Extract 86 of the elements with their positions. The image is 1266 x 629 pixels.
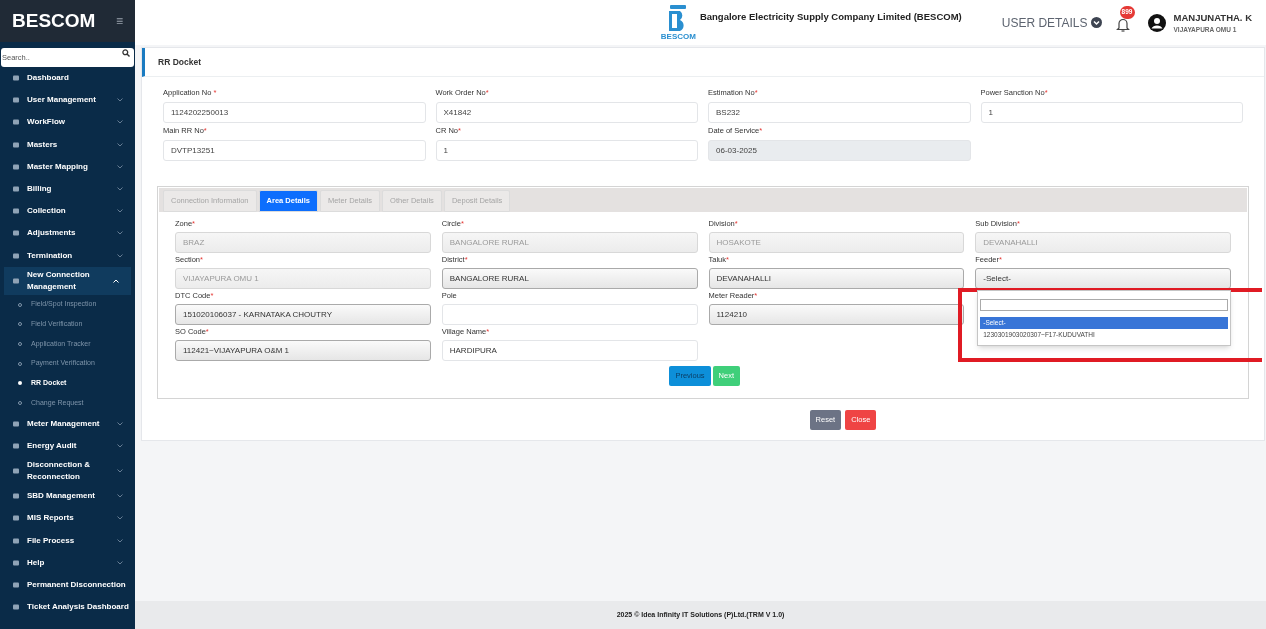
menu-icon [12,74,20,83]
chevron-down-icon [117,494,123,499]
text-input[interactable]: 1 [435,140,698,161]
menu-icon [12,603,20,612]
menu-icon [12,118,20,127]
select-field[interactable]: 1124210 [708,304,965,325]
menu-icon [12,419,20,428]
text-input[interactable] [441,304,698,325]
search-icon [122,49,130,57]
select-field[interactable]: -Select- [975,268,1231,289]
readonly-field: DEVANAHALLI [975,232,1231,253]
menu-icon [12,229,20,238]
readonly-field: VIJAYAPURA OMU 1 [175,268,431,289]
sidebar-item[interactable]: Disconnection & Reconnection [0,457,135,486]
sidebar-item[interactable]: Dashboard [0,67,135,90]
logo-caption: BESCOM [660,32,696,41]
chevron-down-circle-icon [1090,17,1102,28]
sidebar-item[interactable]: Master Mapping [0,155,135,178]
chevron-down-icon [117,120,123,125]
chevron-down-icon [117,516,123,521]
chevron-down-icon [117,538,123,543]
chevron-down-icon [117,209,123,214]
text-input[interactable]: 1 [980,102,1243,123]
chevron-down-icon [117,164,123,169]
menu-icon [12,96,20,105]
text-input[interactable]: DVTP13251 [163,140,426,161]
chevron-down-icon [117,231,123,236]
menu-icon [12,514,20,523]
sidebar-item[interactable]: Energy Audit [0,435,135,458]
menu-icon [12,185,20,194]
sidebar-item[interactable]: Adjustments [0,222,135,245]
text-input[interactable]: X41842 [435,102,698,123]
sidebar-item[interactable]: Collection [0,200,135,223]
menu-icon [12,536,20,545]
sidebar-item[interactable]: File Process [0,529,135,552]
select-field[interactable]: DEVANAHALLI [708,268,965,289]
notification-button[interactable] [1115,16,1130,33]
chevron-down-icon [117,560,123,565]
chevron-down-icon [117,98,123,103]
menu-icon [12,162,20,171]
user-avatar-icon [1147,13,1166,32]
sidebar-item[interactable]: MIS Reports [0,507,135,530]
chevron-down-icon [117,421,123,426]
menu-icon [12,276,20,285]
sidebar-item[interactable]: Permanent Disconnection [0,573,135,597]
menu-icon [12,140,20,149]
sidebar-item[interactable]: SBD Management [0,485,135,508]
readonly-field: HOSAKOTE [708,232,965,253]
menu-toggle-button[interactable]: ≡ [116,12,123,30]
chevron-down-icon [117,253,123,258]
menu-icon [12,207,20,216]
text-input[interactable]: HARDIPURA [441,340,698,361]
select-field[interactable]: 112421~VIJAYAPURA O&M 1 [175,340,431,361]
sidebar-item[interactable]: User Management [0,89,135,112]
chevron-down-icon [117,142,123,147]
menu-icon [12,492,20,501]
sidebar-item[interactable]: New Connection Management [4,266,131,295]
chevron-down-icon [117,469,123,474]
company-name: Bangalore Electricity Supply Company Limited (BESCOM) [699,10,962,25]
chevron-down-icon [117,444,123,449]
menu-icon [12,442,20,451]
page-title: RR Docket [158,55,201,69]
sidebar-item[interactable]: Billing [0,177,135,201]
chevron-up-icon [113,278,119,283]
user-name: MANJUNATHA. K [1173,10,1252,25]
user-details-dropdown[interactable]: USER DETAILS [1001,13,1102,32]
menu-icon [12,467,20,476]
sidebar-item[interactable]: Help [0,551,135,574]
sidebar-item[interactable]: Termination [0,244,135,267]
bell-icon [1115,16,1130,33]
sidebar-item[interactable]: WorkFlow [0,111,135,134]
readonly-field: BANGALORE RURAL [441,232,698,253]
menu-icon [12,558,20,567]
select-field[interactable]: BANGALORE RURAL [441,268,698,289]
sidebar-item[interactable]: Ticket Analysis Dashboard [0,596,135,619]
select-field[interactable]: 151020106037 - KARNATAKA CHOUTRY [175,304,431,325]
brand-logo-text: BESCOM [12,8,96,33]
text-input[interactable]: 1124202250013 [163,102,426,123]
sidebar-item[interactable]: Masters [0,133,135,156]
dropdown-search-field[interactable] [980,299,1228,311]
text-input[interactable]: BS232 [708,102,971,123]
readonly-field: BRAZ [175,232,431,253]
menu-icon [12,251,20,260]
menu-icon [12,581,20,590]
sidebar-item[interactable]: Meter Management [0,412,135,435]
chevron-down-icon [117,187,123,192]
